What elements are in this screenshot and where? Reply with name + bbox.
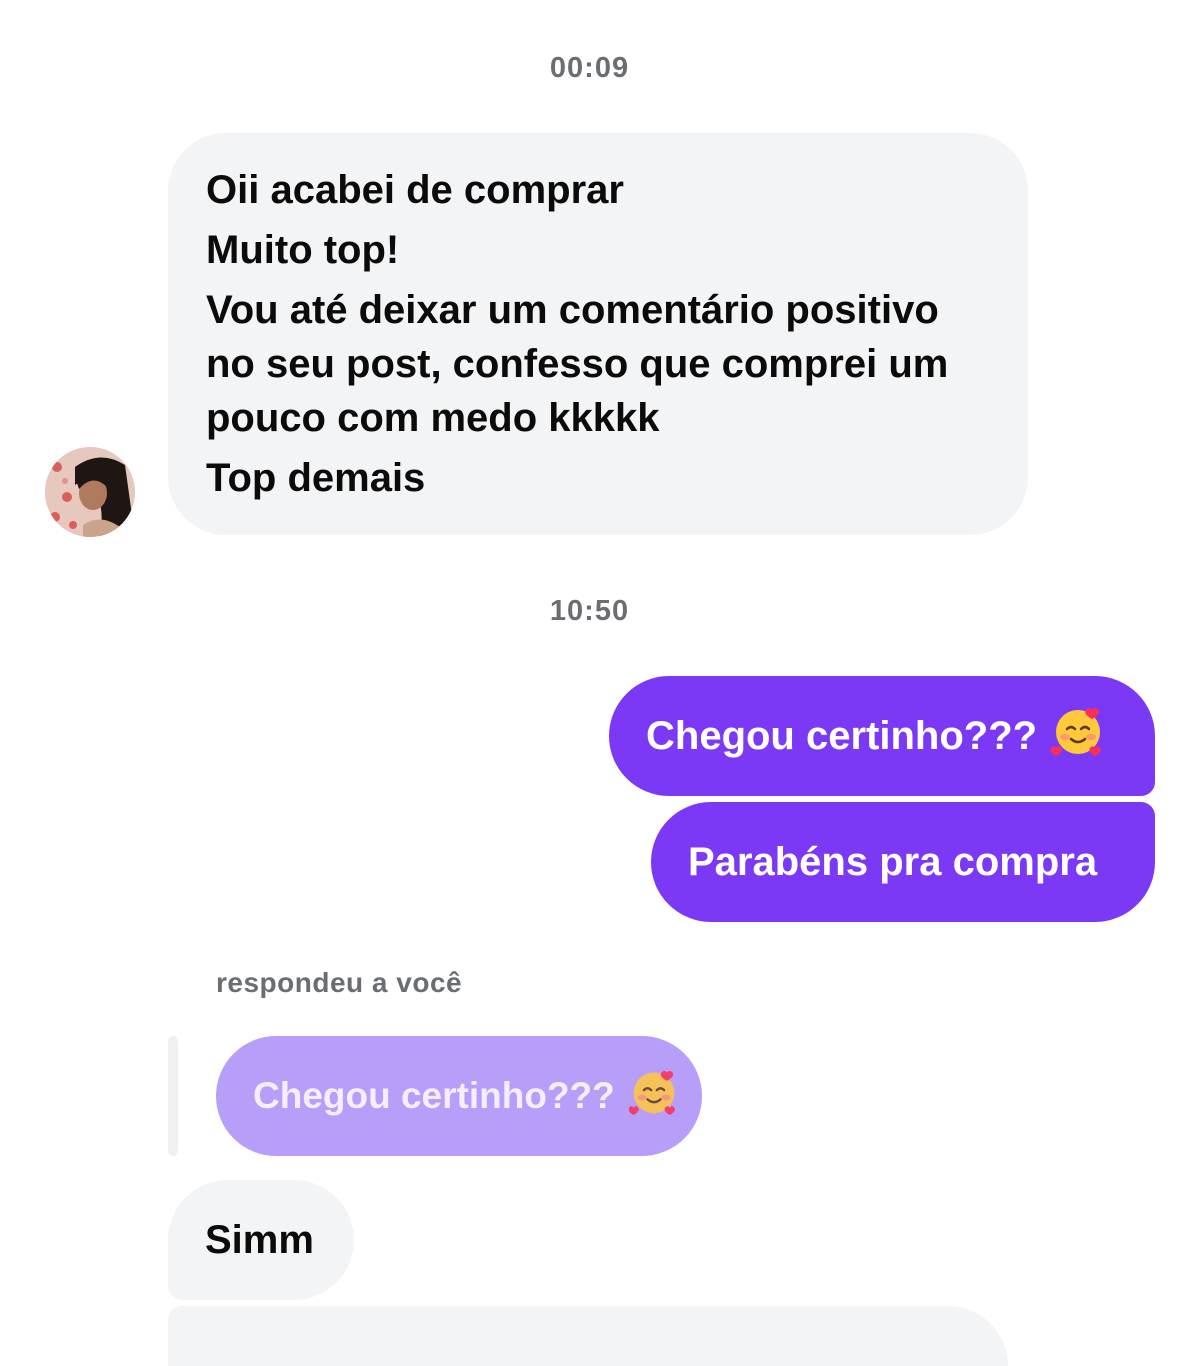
reply-indicator-bar bbox=[168, 1036, 178, 1156]
avatar-photo bbox=[45, 447, 135, 537]
quoted-message-text: Chegou certinho??? bbox=[253, 1075, 615, 1116]
reply-label: respondeu a você bbox=[216, 967, 463, 998]
smiling-face-with-hearts-icon bbox=[1050, 704, 1105, 768]
message-line: Oii acabei de comprar bbox=[206, 168, 624, 212]
incoming-message-bubble-partial[interactable] bbox=[168, 1306, 1008, 1366]
avatar[interactable] bbox=[45, 447, 135, 537]
timestamp: 10:50 bbox=[549, 595, 630, 627]
message-text: Parabéns pra compra bbox=[688, 839, 1098, 884]
message-text: Simm bbox=[205, 1218, 314, 1262]
message-line: Top demais bbox=[206, 456, 426, 500]
smiling-face-with-hearts-icon bbox=[628, 1067, 679, 1126]
message-text: Chegou certinho??? bbox=[646, 713, 1038, 758]
outgoing-message-bubble[interactable]: Chegou certinho??? bbox=[609, 676, 1155, 796]
outgoing-message-bubble[interactable]: Parabéns pra compra bbox=[651, 802, 1155, 922]
incoming-message-bubble[interactable]: Simm bbox=[168, 1180, 354, 1300]
message-line: Vou até deixar um comentário positivo no… bbox=[206, 288, 949, 440]
timestamp: 00:09 bbox=[549, 52, 630, 84]
incoming-message-bubble[interactable]: Oii acabei de comprar Muito top! Vou até… bbox=[168, 133, 1028, 535]
message-line: Muito top! bbox=[206, 228, 400, 272]
quoted-message-bubble[interactable]: Chegou certinho??? bbox=[216, 1036, 702, 1156]
